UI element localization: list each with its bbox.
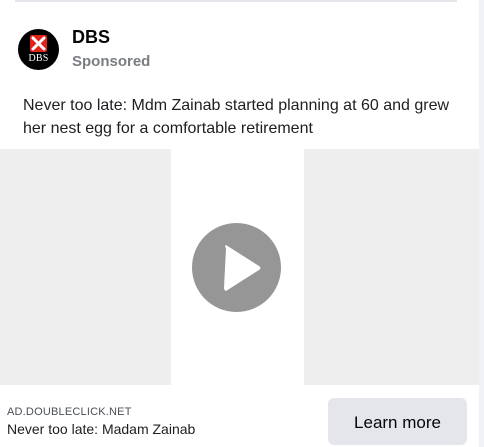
- logo-text: DBS: [28, 52, 49, 64]
- advertiser-info: DBS Sponsored: [72, 26, 150, 72]
- play-button[interactable]: [192, 223, 281, 312]
- link-domain: AD.DOUBLECLICK.NET: [7, 406, 132, 418]
- sponsored-label[interactable]: Sponsored: [72, 52, 150, 72]
- advertiser-avatar[interactable]: DBS: [18, 28, 59, 70]
- sponsored-post-card: DBS DBS Sponsored Never too late: Mdm Za…: [0, 0, 484, 447]
- advertiser-name[interactable]: DBS: [72, 26, 150, 48]
- play-icon: [224, 245, 261, 291]
- scrollbar-track: [479, 0, 484, 447]
- link-title[interactable]: Never too late: Madam Zainab: [7, 421, 195, 437]
- post-text: Never too late: Mdm Zainab started plann…: [23, 97, 450, 137]
- dbs-logo-icon: [30, 34, 47, 52]
- learn-more-button[interactable]: Learn more: [328, 398, 467, 445]
- video-thumbnail[interactable]: [0, 149, 479, 385]
- divider: [15, 0, 457, 2]
- post-header: DBS DBS Sponsored: [18, 27, 150, 71]
- link-footer: AD.DOUBLECLICK.NET Never too late: Madam…: [0, 385, 479, 447]
